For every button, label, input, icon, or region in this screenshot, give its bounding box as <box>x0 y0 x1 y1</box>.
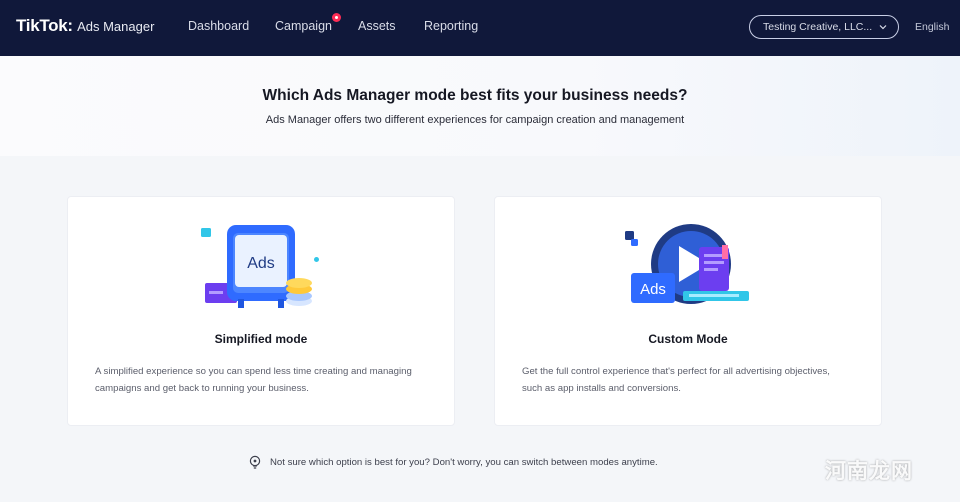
account-selector-label: Testing Creative, LLC... <box>763 21 873 33</box>
simplified-illustration-label: Ads <box>247 255 275 272</box>
simplified-mode-card[interactable]: Ads Simplified mode A simplified experie… <box>67 196 455 426</box>
nav-assets[interactable]: Assets <box>358 19 396 33</box>
chevron-down-icon <box>879 25 887 30</box>
switch-mode-note-text: Not sure which option is best for you? D… <box>270 456 658 468</box>
campaign-notification-badge <box>332 13 341 22</box>
page-title: Which Ads Manager mode best fits your bu… <box>262 87 688 104</box>
site-watermark: 河南龙网 <box>825 459 913 483</box>
simplified-mode-title: Simplified mode <box>214 332 308 346</box>
lightbulb-icon <box>249 455 261 469</box>
simplified-mode-description: A simplified experience so you can spend… <box>95 366 412 394</box>
nav-dashboard[interactable]: Dashboard <box>188 19 249 33</box>
language-selector[interactable]: English <box>915 21 949 33</box>
custom-mode-description: Get the full control experience that's p… <box>522 366 830 394</box>
nav-reporting[interactable]: Reporting <box>424 19 478 33</box>
mode-selection-header: Which Ads Manager mode best fits your bu… <box>0 56 960 156</box>
simplified-mode-illustration: Ads <box>201 225 319 308</box>
switch-mode-note: Not sure which option is best for you? D… <box>248 455 658 469</box>
custom-mode-card[interactable]: Ads Custom Mode Get the full control exp… <box>494 196 882 426</box>
custom-mode-illustration: Ads <box>625 224 749 304</box>
nav-campaign[interactable]: Campaign <box>275 19 332 33</box>
custom-illustration-label: Ads <box>640 281 666 298</box>
top-navigation-bar: TikTok : Ads Manager Dashboard Campaign … <box>0 0 960 56</box>
custom-mode-title: Custom Mode <box>648 332 728 346</box>
page-subtitle: Ads Manager offers two different experie… <box>265 114 685 126</box>
account-selector[interactable]: Testing Creative, LLC... <box>749 15 899 39</box>
